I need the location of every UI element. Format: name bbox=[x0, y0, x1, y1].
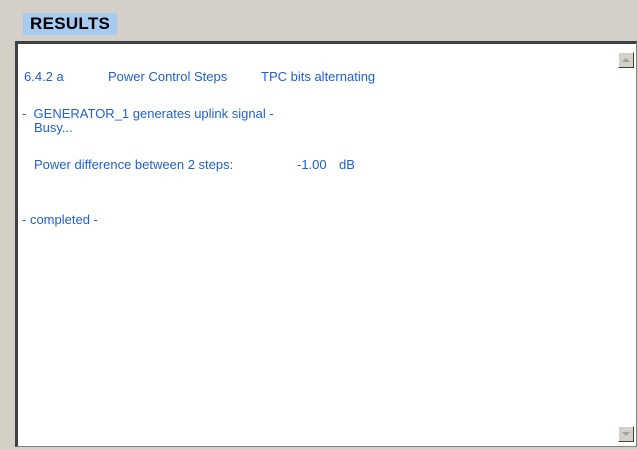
scroll-down-arrow-icon bbox=[622, 432, 630, 436]
generator-message: - GENERATOR_1 generates uplink signal - bbox=[22, 106, 274, 121]
power-difference-label: Power difference between 2 steps: bbox=[34, 157, 234, 172]
busy-message: Busy... bbox=[34, 120, 73, 135]
vertical-scrollbar[interactable] bbox=[618, 46, 634, 444]
power-difference-value: -1.00 bbox=[297, 157, 327, 172]
test-condition: TPC bits alternating bbox=[261, 69, 376, 84]
power-difference-unit: dB bbox=[339, 157, 355, 172]
test-name: Power Control Steps bbox=[108, 69, 228, 84]
results-log: 6.4.2 a Power Control Steps TPC bits alt… bbox=[18, 44, 616, 446]
scroll-down-button[interactable] bbox=[618, 426, 634, 442]
results-panel[interactable]: 6.4.2 a Power Control Steps TPC bits alt… bbox=[15, 41, 637, 447]
results-title: RESULTS bbox=[23, 13, 118, 35]
completed-message: - completed - bbox=[22, 212, 98, 227]
scroll-up-arrow-icon bbox=[622, 58, 630, 62]
test-id: 6.4.2 a bbox=[24, 69, 64, 84]
scroll-up-button[interactable] bbox=[618, 52, 634, 68]
